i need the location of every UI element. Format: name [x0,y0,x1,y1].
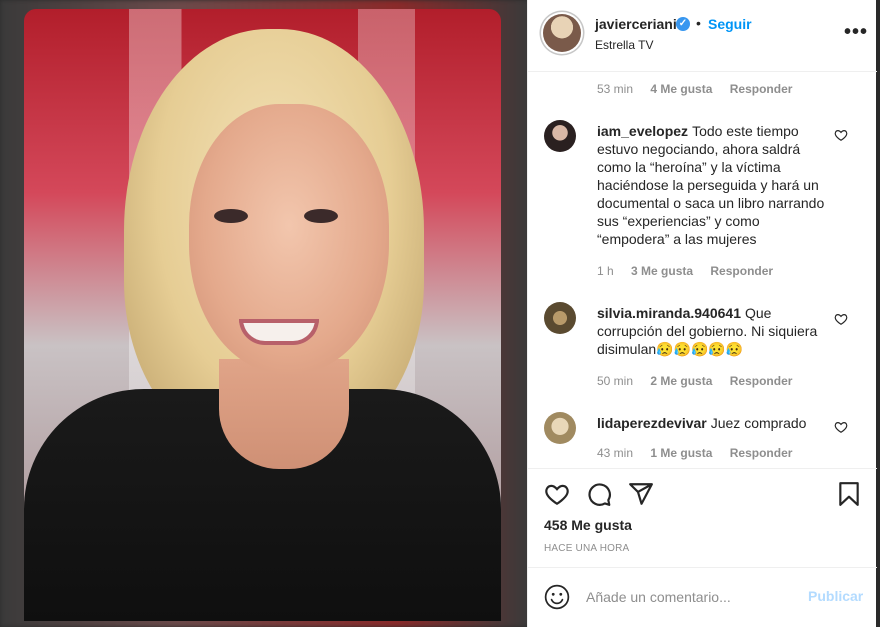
follow-button[interactable]: Seguir [708,16,752,32]
image-eye-left [214,209,248,223]
comment-likes[interactable]: 1 Me gusta [650,446,712,460]
more-options-icon[interactable]: ••• [844,22,868,42]
commenter-avatar[interactable] [544,302,576,334]
heart-icon[interactable] [544,481,570,507]
reply-button[interactable]: Responder [730,446,793,460]
image-eye-right [304,209,338,223]
bookmark-icon[interactable] [836,481,862,507]
comment-body: lidaperezdevivar Juez comprado [597,414,827,432]
publish-button[interactable]: Publicar [808,588,863,604]
comment-time[interactable]: 53 min [597,82,633,96]
heart-icon[interactable] [834,420,848,434]
author-avatar[interactable] [543,14,581,52]
post-side-panel: javierceriani ✓ • Seguir Estrella TV •••… [527,0,877,627]
reply-button[interactable]: Responder [710,264,773,278]
emoji-icon[interactable] [544,584,570,610]
comment-body: iam_evelopez Todo este tiempo estuvo nego… [597,122,827,248]
comments-list[interactable]: 53 min 4 Me gusta Responder iam_evelopez… [528,72,877,468]
comment-meta: 53 min 4 Me gusta Responder [597,82,792,96]
header-separator: • [696,15,701,31]
commenter-avatar[interactable] [544,120,576,152]
post-actions: 458 Me gusta HACE UNA HORA [528,468,877,568]
comment-body: silvia.miranda.940641 Que corrupción del … [597,304,827,358]
image-neck [219,359,349,469]
comment-text: Todo este tiempo estuvo negociando, ahor… [597,123,825,247]
comment-likes[interactable]: 2 Me gusta [650,374,712,388]
reply-button[interactable]: Responder [730,82,793,96]
comment-text: Juez comprado [710,415,807,431]
comment-time[interactable]: 1 h [597,264,614,278]
post-image[interactable] [24,9,501,621]
reply-button[interactable]: Responder [730,374,793,388]
comment-input[interactable] [586,586,796,608]
share-icon[interactable] [628,481,654,507]
add-comment-bar: Publicar [528,567,877,627]
comment-time[interactable]: 43 min [597,446,633,460]
comment-meta: 50 min 2 Me gusta Responder [597,374,792,388]
comment-meta: 1 h 3 Me gusta Responder [597,264,773,278]
post-location[interactable]: Estrella TV [595,38,653,52]
comment-meta: 43 min 1 Me gusta Responder [597,446,792,460]
likes-count[interactable]: 458 Me gusta [544,517,632,533]
comment-likes[interactable]: 4 Me gusta [650,82,712,96]
commenter-avatar[interactable] [544,412,576,444]
comment-icon[interactable] [586,481,612,507]
comment-likes[interactable]: 3 Me gusta [631,264,693,278]
commenter-username[interactable]: silvia.miranda.940641 [597,305,741,321]
post-timestamp[interactable]: HACE UNA HORA [544,543,629,554]
heart-icon[interactable] [834,128,848,142]
heart-icon[interactable] [834,312,848,326]
author-username[interactable]: javierceriani [595,16,677,32]
commenter-username[interactable]: lidaperezdevivar [597,415,707,431]
post-header: javierceriani ✓ • Seguir Estrella TV ••• [528,0,877,72]
commenter-username[interactable]: iam_evelopez [597,123,688,139]
verified-badge-icon: ✓ [676,17,690,31]
comment-time[interactable]: 50 min [597,374,633,388]
